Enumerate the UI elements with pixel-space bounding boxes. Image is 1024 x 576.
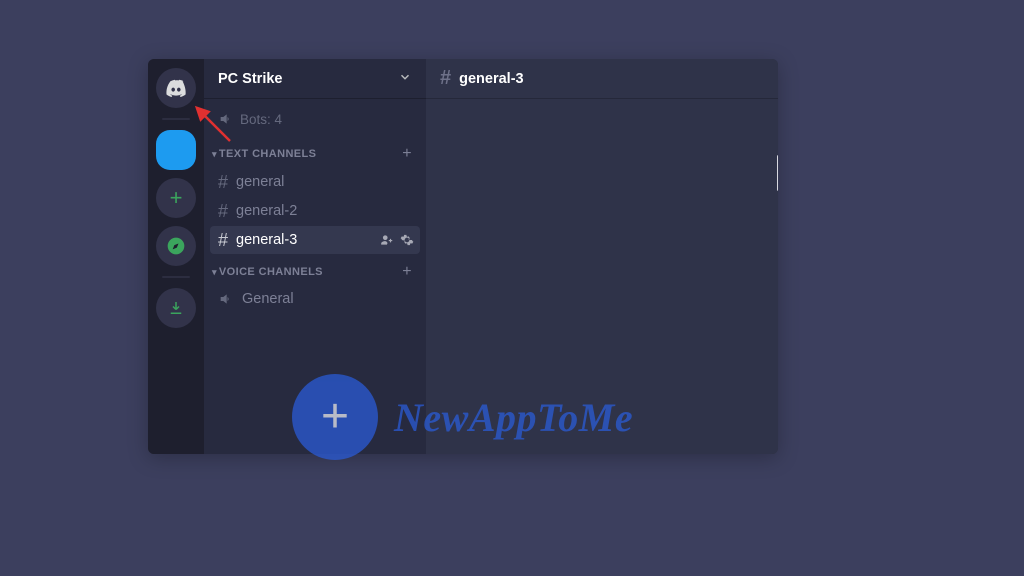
add-channel-button[interactable]: + [402,145,412,163]
chat-header: # general-3 [426,59,778,99]
server-rail: + [148,59,204,454]
chat-channel-name: general-3 [459,71,523,87]
channel-sidebar: PC Strike Bots: 4 ▾ TEXT CHANNELS + # ge… [204,59,426,454]
download-icon [167,299,185,317]
chevron-down-icon [398,70,412,88]
chat-body [426,99,778,454]
category-label: VOICE CHANNELS [219,266,323,278]
discord-icon [164,76,188,100]
text-channel-category[interactable]: ▾ TEXT CHANNELS + [210,137,420,167]
channel-label: general [236,174,284,190]
server-icon-selected[interactable] [156,130,196,170]
channel-general[interactable]: # general [210,168,420,196]
hash-icon: # [440,67,451,90]
channel-general-2[interactable]: # general-2 [210,197,420,225]
add-server-button[interactable]: + [156,178,196,218]
discord-window: + PC Strike Bots: 4 ▾ TEXT CHANN [148,59,778,454]
channel-label: General [242,291,294,307]
download-apps-button[interactable] [156,288,196,328]
hash-icon: # [218,231,228,249]
caret-down-icon: ▾ [212,149,217,160]
category-label: TEXT CHANNELS [219,148,316,160]
rail-separator [162,118,190,120]
add-channel-button[interactable]: + [402,263,412,281]
explore-servers-button[interactable] [156,226,196,266]
speaker-icon [218,291,234,307]
channel-list: Bots: 4 ▾ TEXT CHANNELS + # general # ge… [204,99,426,454]
plus-icon: + [170,185,183,211]
channel-general-3[interactable]: # general-3 [210,226,420,254]
server-header[interactable]: PC Strike [204,59,426,99]
caret-down-icon: ▾ [212,267,217,278]
chat-area: # general-3 [426,59,778,454]
gear-icon[interactable] [400,233,414,247]
speaker-icon [218,111,234,127]
hash-icon: # [218,173,228,191]
compass-icon [166,236,186,256]
server-name: PC Strike [218,71,282,87]
channel-label: general-3 [236,232,297,248]
invite-icon[interactable] [380,233,394,247]
home-button[interactable] [156,68,196,108]
voice-channel-category[interactable]: ▾ VOICE CHANNELS + [210,255,420,285]
voice-channel-general[interactable]: General [210,286,420,312]
previous-voice-label: Bots: 4 [240,112,282,127]
window-resize-handle[interactable] [777,155,778,191]
channel-label: general-2 [236,203,297,219]
rail-separator [162,276,190,278]
hash-icon: # [218,202,228,220]
previous-voice-indicator[interactable]: Bots: 4 [210,107,420,137]
